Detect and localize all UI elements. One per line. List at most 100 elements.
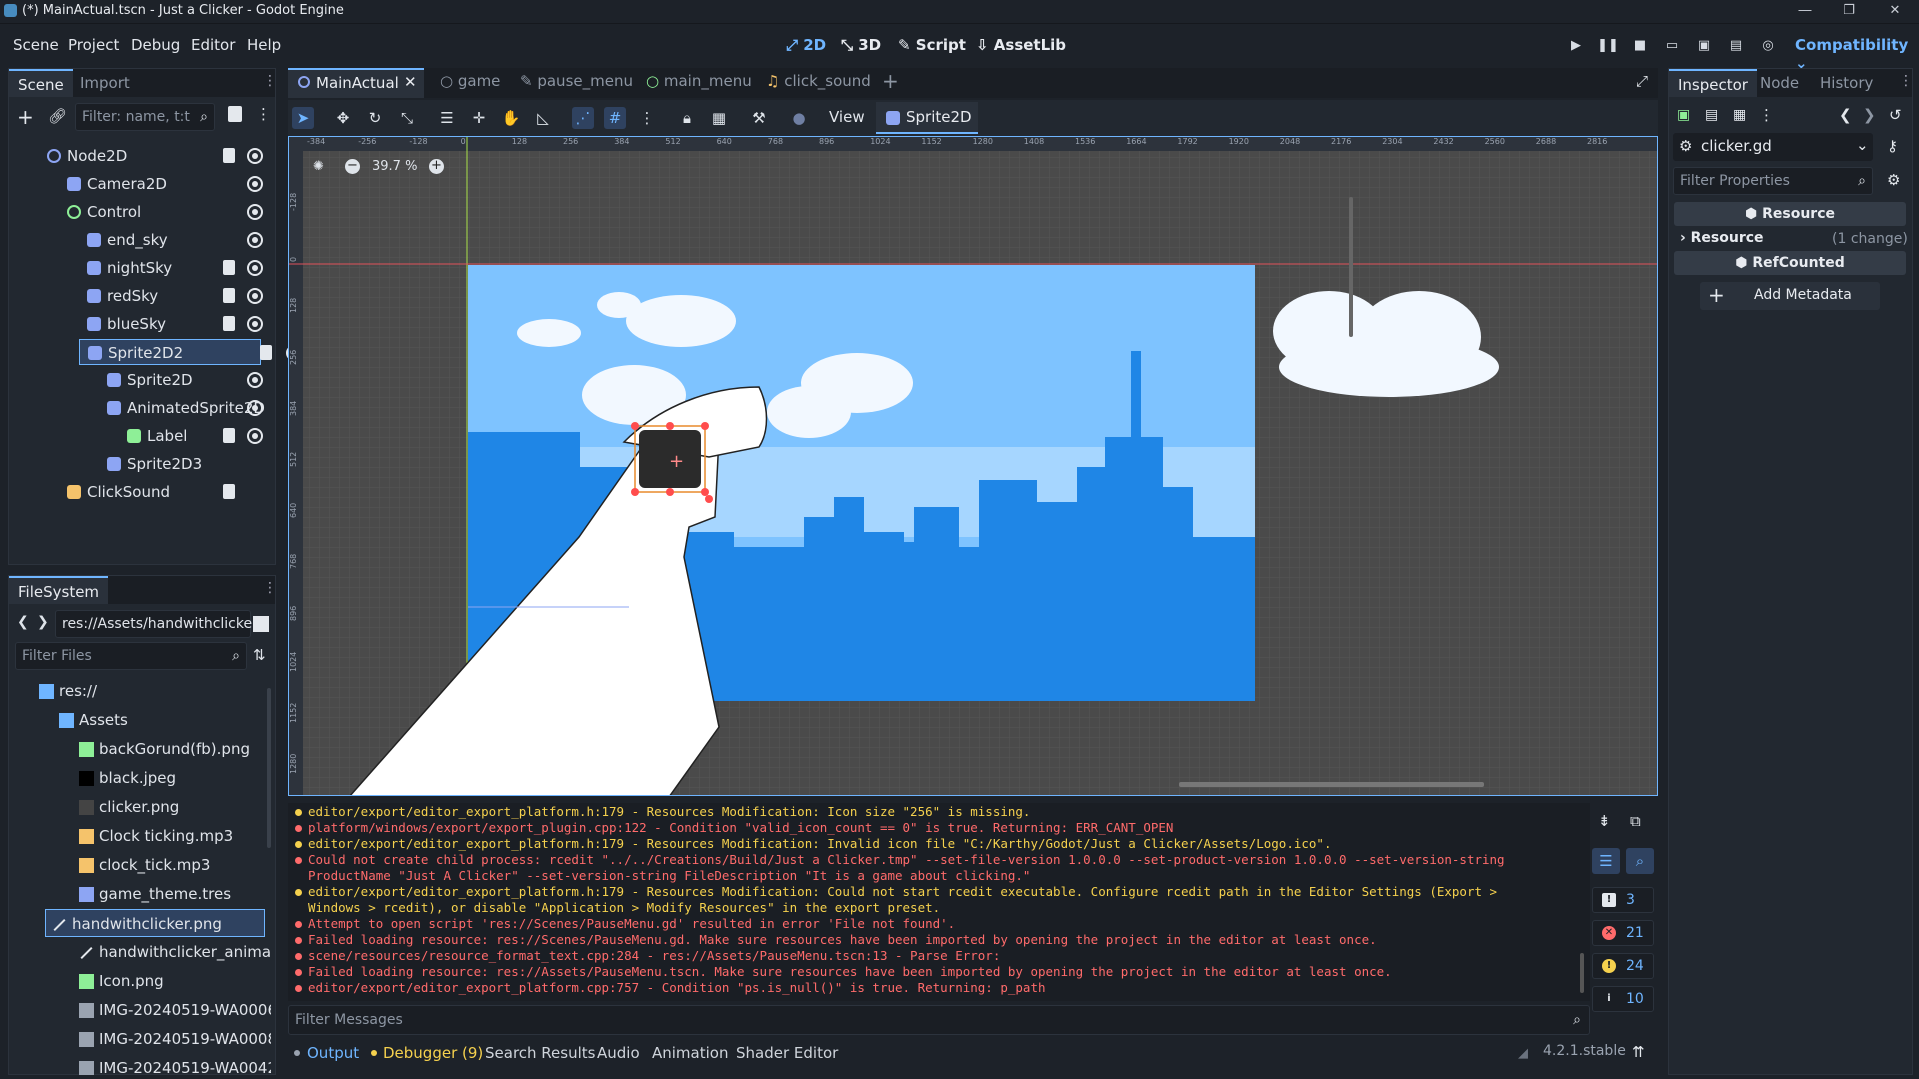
select-mode-icon[interactable]: ➤ xyxy=(292,107,314,129)
zoom-level[interactable]: 39.7 % xyxy=(372,159,417,174)
canvas-viewport[interactable]: + -384 -256 -128 0 128 256 384 512 640 768 896 1024… xyxy=(288,136,1658,796)
clear-log-icon[interactable]: ⇟ xyxy=(1598,812,1611,830)
visibility-icon[interactable] xyxy=(247,316,263,332)
script-icon[interactable] xyxy=(223,288,235,303)
pause-icon[interactable]: ❚❚ xyxy=(1597,35,1619,57)
section-resource[interactable]: ⬢ Resource xyxy=(1674,202,1906,226)
distraction-free-icon[interactable]: ⤢ xyxy=(1636,72,1648,90)
object-history-icon[interactable]: ↺ xyxy=(1889,106,1902,124)
fs-item[interactable]: game_theme.tres xyxy=(9,880,267,908)
info-count-button[interactable]: i 10 xyxy=(1592,986,1654,1012)
script-icon[interactable] xyxy=(223,316,235,331)
script-icon[interactable] xyxy=(223,428,235,443)
tab-import[interactable]: Import xyxy=(71,69,139,97)
resource-selector[interactable]: ⚙ clicker.gd ⌄ xyxy=(1673,133,1873,161)
scene-tree-row[interactable]: ClickSound xyxy=(9,479,273,505)
resource-group[interactable]: › Resource xyxy=(1680,230,1764,246)
link-icon[interactable]: 🔗︎ xyxy=(48,107,67,125)
pivot-icon[interactable]: ✛ xyxy=(468,107,490,129)
script-icon[interactable] xyxy=(223,148,235,163)
tab-inspector[interactable]: Inspector xyxy=(1669,69,1757,97)
tab-history[interactable]: History xyxy=(1811,69,1882,97)
scene-tab-pause-menu[interactable]: ✎ pause_menu xyxy=(520,72,633,90)
ruler-icon[interactable]: ◺ xyxy=(532,107,554,129)
workspace-script[interactable]: ✎ Script xyxy=(898,36,966,54)
property-options-icon[interactable]: ⚙ xyxy=(1887,171,1900,189)
filter-properties-input[interactable]: Filter Properties ⌕ xyxy=(1673,167,1873,195)
script-icon[interactable] xyxy=(260,345,272,360)
expand-bottom-panel-icon[interactable]: ⇈ xyxy=(1632,1043,1645,1061)
scene-tree-row[interactable]: end_sky xyxy=(9,227,273,253)
fs-item[interactable]: clock_tick.mp3 xyxy=(9,851,267,879)
scene-tree-row[interactable]: blueSky xyxy=(9,311,273,337)
errors-count-button[interactable]: ✕ 21 xyxy=(1592,920,1654,946)
scene-more-icon[interactable]: ⋮ xyxy=(256,105,271,123)
visibility-icon[interactable] xyxy=(247,148,263,164)
minimize-icon[interactable]: ― xyxy=(1788,0,1822,24)
move-mode-icon[interactable]: ✥ xyxy=(332,107,354,129)
scene-tab-game[interactable]: ○ game xyxy=(440,72,500,90)
group-icon[interactable]: ▦ xyxy=(708,107,730,129)
messages-count-button[interactable]: ! 3 xyxy=(1592,887,1654,913)
close-window-icon[interactable]: ✕ xyxy=(1878,0,1912,24)
scene-tree-row[interactable]: AnimatedSprite2D xyxy=(9,395,273,421)
tab-scene[interactable]: Scene xyxy=(9,69,73,97)
split-mode-icon[interactable] xyxy=(253,616,269,632)
close-tab-icon[interactable]: ✕ xyxy=(404,73,417,91)
bottom-tab-debugger[interactable]: Debugger (9) xyxy=(383,1044,483,1062)
pan-icon[interactable]: ✋ xyxy=(500,107,522,129)
play-scene-icon[interactable]: ▣ xyxy=(1693,35,1715,57)
scene-tree-row[interactable]: Camera2D xyxy=(9,171,273,197)
fs-item[interactable]: IMG-20240519-WA0006.jpg xyxy=(9,996,271,1024)
scene-tree-row[interactable]: Sprite2D3 xyxy=(9,451,273,477)
add-scene-tab-icon[interactable]: + xyxy=(882,69,899,93)
grid-snap-icon[interactable]: # xyxy=(604,107,626,129)
log-scrollbar[interactable] xyxy=(1580,953,1584,993)
stop-icon[interactable]: ■ xyxy=(1629,35,1651,57)
copy-log-icon[interactable]: ⧉ xyxy=(1630,812,1641,830)
edit-resource-icon[interactable]: ⚷ xyxy=(1887,137,1898,155)
fs-item[interactable]: IMG-20240519-WA0042.jpg xyxy=(9,1054,271,1075)
menu-help[interactable]: Help xyxy=(247,36,281,54)
add-node-icon[interactable]: + xyxy=(17,105,34,129)
fs-item[interactable]: Assets xyxy=(9,706,267,734)
zoom-out-icon[interactable]: − xyxy=(345,159,360,174)
script-icon[interactable] xyxy=(223,484,235,499)
scene-tab-main-menu[interactable]: ○ main_menu xyxy=(646,72,752,90)
list-select-icon[interactable]: ☰ xyxy=(436,107,458,129)
fs-item[interactable]: handwithclicker_animate... xyxy=(9,938,271,966)
sort-icon[interactable]: ⇅ xyxy=(253,646,266,664)
bottom-tab-audio[interactable]: Audio xyxy=(597,1044,640,1062)
movie-maker-icon[interactable]: ◎ xyxy=(1757,35,1779,57)
sprite2d-editor-button[interactable]: Sprite2D xyxy=(876,102,978,134)
fs-item[interactable]: clicker.png xyxy=(9,793,267,821)
view-menu[interactable]: View xyxy=(829,108,865,126)
scene-tree-row[interactable]: Node2D xyxy=(9,143,273,169)
visibility-icon[interactable] xyxy=(247,428,263,444)
bottom-tab-shader-editor[interactable]: Shader Editor xyxy=(736,1044,838,1062)
fs-item[interactable]: handwithclicker.png xyxy=(45,909,265,937)
workspace-assetlib[interactable]: ⇩ AssetLib xyxy=(976,36,1066,54)
visibility-icon[interactable] xyxy=(247,400,263,416)
inspector-menu-icon[interactable]: ⋮ xyxy=(1899,73,1913,89)
attach-script-icon[interactable] xyxy=(228,106,242,122)
back-icon[interactable]: ❮ xyxy=(17,614,29,630)
fs-item[interactable]: backGorund(fb).png xyxy=(9,735,267,763)
open-resource-icon[interactable]: ▤ xyxy=(1705,107,1718,123)
scene-tree-row[interactable]: Sprite2D2 xyxy=(79,339,302,365)
scene-tab-click-sound[interactable]: ♫ click_sound xyxy=(766,72,871,90)
fs-filter-input[interactable]: Filter Files ⌕ xyxy=(15,642,247,670)
play-icon[interactable]: ▶ xyxy=(1565,35,1587,57)
bottom-tab-output[interactable]: Output xyxy=(307,1044,359,1062)
visibility-icon[interactable] xyxy=(247,232,263,248)
menu-editor[interactable]: Editor xyxy=(191,36,235,54)
visibility-icon[interactable] xyxy=(247,260,263,276)
skeleton-icon[interactable]: ⚒ xyxy=(748,107,770,129)
snap-options-icon[interactable]: ⋮ xyxy=(636,107,658,129)
add-metadata-button[interactable]: + Add Metadata xyxy=(1700,282,1880,310)
scale-mode-icon[interactable]: ⤡ xyxy=(396,107,418,129)
script-icon[interactable] xyxy=(223,260,235,275)
tab-filesystem[interactable]: FileSystem xyxy=(9,576,109,604)
scene-tree-row[interactable]: nightSky xyxy=(9,255,273,281)
play-custom-scene-icon[interactable]: ▤ xyxy=(1725,35,1747,57)
